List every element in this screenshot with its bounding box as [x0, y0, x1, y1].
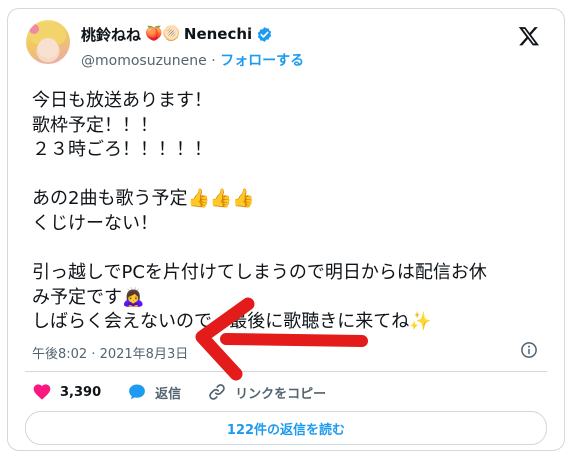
x-logo-icon[interactable]	[518, 25, 540, 47]
tweet-timestamp[interactable]: 午後8:02 · 2021年8月3日	[32, 343, 188, 362]
author-name-emojis: 🍑🫓	[145, 26, 180, 42]
like-button[interactable]: 3,390	[32, 382, 101, 402]
reply-button[interactable]: 返信	[127, 382, 181, 402]
author-name-suffix[interactable]: Nenechi	[184, 25, 252, 43]
tweet-actions: 3,390 返信 リンクをコピー	[32, 381, 352, 403]
follow-link[interactable]: フォローする	[220, 53, 304, 69]
avatar[interactable]	[26, 20, 70, 64]
handle-separator: ·	[206, 53, 221, 69]
avatar-flower	[29, 24, 39, 34]
tweet-line: くじけーない！	[32, 212, 158, 234]
link-icon	[209, 384, 225, 400]
verified-badge-icon	[258, 26, 272, 42]
heart-icon	[33, 384, 51, 400]
like-count: 3,390	[60, 384, 102, 400]
author-handle-row: @momosuzunene · フォローする	[81, 50, 304, 70]
tweet-line: 引っ越しでPCを片付けてしまうので明日からは配信お休	[32, 262, 487, 284]
tweet-line: しばらく会えないので、最後に歌聴きに来てね✨	[32, 311, 432, 333]
copy-link-label: リンクをコピー	[235, 386, 327, 402]
author-display-name[interactable]: 桃鈴ねね	[81, 24, 141, 45]
author-handle[interactable]: @momosuzunene	[81, 53, 207, 69]
tweet-text: 今日も放送あります！ 歌枠予定！！！ ２３時ごろ！！！！！ あの2曲も歌う予定👍…	[32, 89, 552, 335]
read-replies-button[interactable]: 122件の返信を読む	[25, 411, 547, 445]
reply-label: 返信	[155, 386, 182, 402]
divider	[25, 371, 547, 372]
tweet-embed-card: 桃鈴ねね 🍑🫓 Nenechi @momosuzunene · フォローする 今…	[7, 8, 565, 451]
avatar-face	[38, 38, 58, 58]
tweet-line: ２３時ごろ！！！！！	[32, 139, 212, 161]
info-icon[interactable]	[520, 341, 538, 359]
copy-link-button[interactable]: リンクをコピー	[207, 382, 326, 402]
tweet-line: 今日も放送あります！	[32, 90, 212, 111]
author-name-row[interactable]: 桃鈴ねね 🍑🫓 Nenechi	[81, 23, 273, 45]
tweet-line: み予定です🙇‍♀️	[32, 286, 145, 308]
tweet-line: 歌枠予定！！！	[32, 114, 158, 136]
speech-bubble-icon	[129, 384, 146, 400]
tweet-line: あの2曲も歌う予定👍👍👍	[32, 188, 255, 210]
